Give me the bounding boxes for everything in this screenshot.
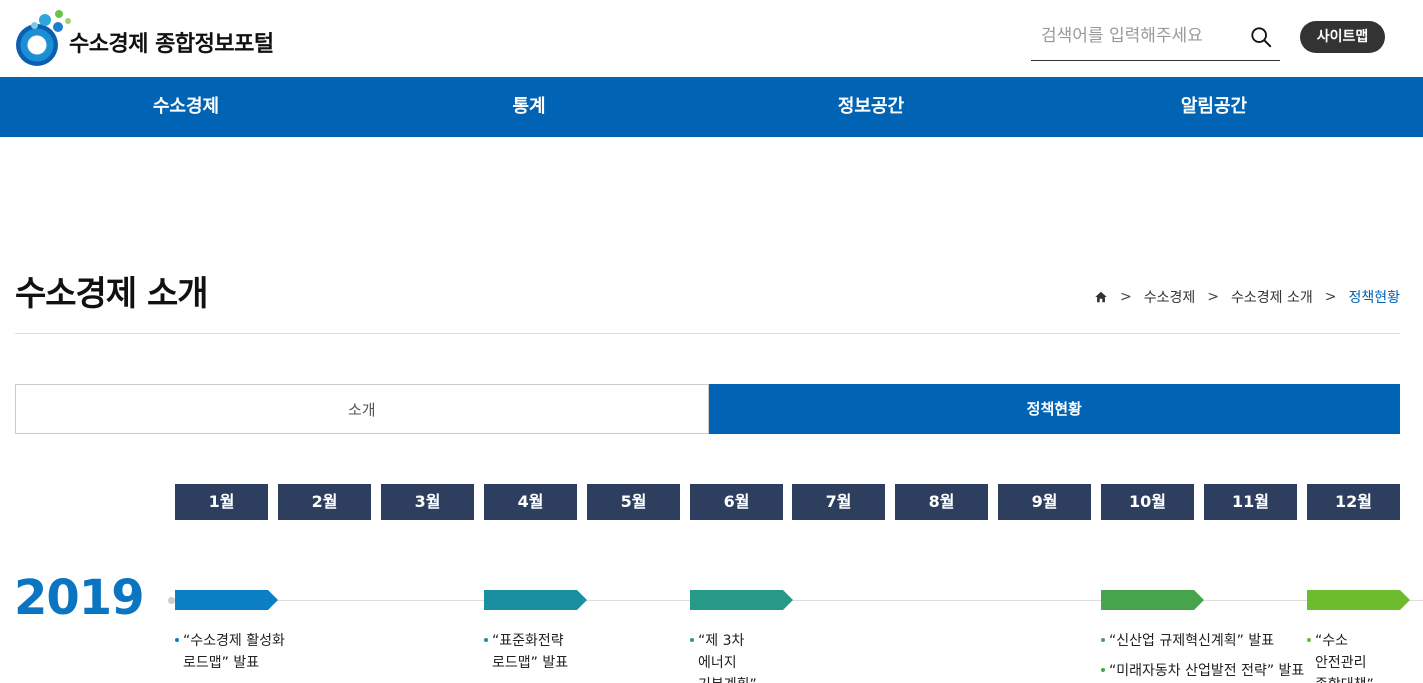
month-label: 10월 bbox=[1101, 484, 1194, 520]
timeline-event-item: “제 3차 에너지 기본계획” bbox=[690, 630, 757, 683]
content-tabs: 소개 정책현황 bbox=[15, 384, 1400, 434]
month-label: 8월 bbox=[895, 484, 988, 520]
title-divider bbox=[15, 333, 1400, 334]
breadcrumb-item[interactable]: 수소경제 bbox=[1144, 287, 1196, 307]
timeline-arrow-2 bbox=[484, 590, 587, 610]
month-label: 7월 bbox=[792, 484, 885, 520]
tab-policy-status[interactable]: 정책현황 bbox=[708, 384, 1400, 434]
timeline-arrow-4 bbox=[1101, 590, 1204, 610]
nav-item-hydrogen-economy[interactable]: 수소경제 bbox=[153, 77, 219, 137]
search-input[interactable] bbox=[1031, 16, 1231, 56]
page-title: 수소경제 소개 bbox=[15, 274, 209, 314]
month-label: 9월 bbox=[998, 484, 1091, 520]
timeline-event-item: “수소 안전관리 종합대책” bbox=[1307, 630, 1374, 683]
month-label: 1월 bbox=[175, 484, 268, 520]
timeline-event: “표준화전략 로드맵” 발표 bbox=[484, 630, 568, 674]
home-icon[interactable] bbox=[1094, 290, 1108, 304]
search-icon[interactable] bbox=[1250, 26, 1272, 48]
timeline-arrow-3 bbox=[690, 590, 793, 610]
breadcrumb-separator-icon: > bbox=[1120, 289, 1132, 305]
logo-mark-icon bbox=[15, 10, 71, 66]
nav-item-statistics[interactable]: 통계 bbox=[512, 77, 545, 137]
timeline-event-item: “수소경제 활성화 로드맵” 발표 bbox=[175, 630, 285, 674]
site-logo[interactable]: 수소경제 종합정보포털 bbox=[15, 10, 274, 66]
month-label: 6월 bbox=[690, 484, 783, 520]
month-label: 2월 bbox=[278, 484, 371, 520]
search-box bbox=[1031, 16, 1280, 61]
timeline-event: “제 3차 에너지 기본계획” bbox=[690, 630, 757, 683]
timeline-event: “수소경제 활성화 로드맵” 발표 bbox=[175, 630, 285, 674]
timeline-arrow-5 bbox=[1307, 590, 1410, 610]
breadcrumb: > 수소경제 > 수소경제 소개 > 정책현황 bbox=[1094, 287, 1400, 307]
breadcrumb-separator-icon: > bbox=[1324, 289, 1337, 305]
breadcrumb-separator-icon: > bbox=[1207, 289, 1219, 305]
month-label: 4월 bbox=[484, 484, 577, 520]
month-label: 3월 bbox=[381, 484, 474, 520]
tab-intro[interactable]: 소개 bbox=[15, 384, 709, 434]
breadcrumb-current: 정책현황 bbox=[1348, 290, 1400, 306]
month-label: 11월 bbox=[1204, 484, 1297, 520]
timeline-event-item: “신산업 규제혁신계획” 발표 bbox=[1101, 630, 1304, 652]
timeline-line bbox=[172, 600, 1423, 601]
breadcrumb-item[interactable]: 수소경제 소개 bbox=[1231, 287, 1313, 307]
site-header: 수소경제 종합정보포털 사이트맵 bbox=[0, 0, 1423, 77]
timeline-event-item: “표준화전략 로드맵” 발표 bbox=[484, 630, 568, 674]
sitemap-button[interactable]: 사이트맵 bbox=[1300, 21, 1385, 53]
timeline-year: 2019 bbox=[14, 570, 145, 626]
nav-item-information[interactable]: 정보공간 bbox=[838, 77, 904, 137]
logo-text: 수소경제 종합정보포털 bbox=[69, 32, 274, 57]
timeline-event: “수소 안전관리 종합대책” bbox=[1307, 630, 1374, 683]
timeline-event: “신산업 규제혁신계획” 발표 “미래자동차 산업발전 전략” 발표 bbox=[1101, 630, 1304, 682]
main-navigation: 수소경제 통계 정보공간 알림공간 bbox=[0, 77, 1423, 137]
month-label: 12월 bbox=[1307, 484, 1400, 520]
timeline-start-dot bbox=[168, 597, 175, 604]
timeline-event-item: “미래자동차 산업발전 전략” 발표 bbox=[1101, 660, 1304, 682]
nav-item-notice[interactable]: 알림공간 bbox=[1181, 77, 1247, 137]
month-label: 5월 bbox=[587, 484, 680, 520]
timeline-arrow-1 bbox=[175, 590, 278, 610]
